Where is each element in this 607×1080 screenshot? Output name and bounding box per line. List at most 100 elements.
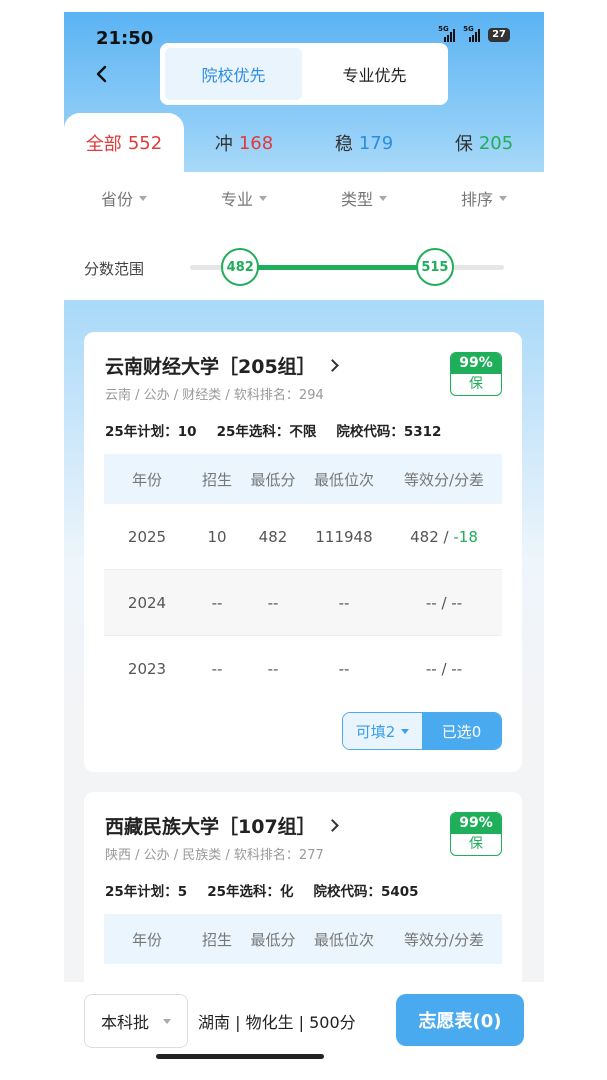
status-time: 21:50 <box>96 28 154 49</box>
filter-label: 类型 <box>340 190 373 209</box>
priority-segmented-control: 院校优先 专业优先 <box>160 43 448 105</box>
school-name-text: 西藏民族大学［107组］ <box>105 816 316 838</box>
score-max-handle[interactable]: 515 <box>415 248 454 286</box>
school-list: 云南财经大学［205组］ 云南 / 公办 / 财经类 / 软科排名：294 99… <box>64 300 544 1052</box>
probability-percent: 99% <box>451 813 501 834</box>
table-row: 2025 10 482 111948 482 / -18 <box>104 504 502 570</box>
selected-majors-button[interactable]: 已选0 <box>422 713 501 749</box>
category-tabs: 全部 552 冲 168 稳 179 保 205 <box>64 113 544 173</box>
probability-badge: 99% 保 <box>450 812 502 856</box>
header-equivalent: 等效分/分差 <box>403 470 485 489</box>
filter-label: 排序 <box>460 190 493 209</box>
school-name[interactable]: 云南财经大学［205组］ <box>105 352 339 379</box>
cell-equivalent: -- / -- <box>425 593 463 612</box>
signal-icon: 5G <box>438 25 458 42</box>
tab-label: 全部 <box>85 134 122 155</box>
filter-major[interactable]: 专业 <box>184 186 304 210</box>
probability-label: 保 <box>469 836 483 852</box>
cell-plan: 10 <box>207 527 227 546</box>
cell-min-score: -- <box>267 660 279 678</box>
table-header: 年份 招生 最低分 最低位次 等效分/分差 <box>104 454 502 504</box>
bottom-bar: 本科批 湖南 | 物化生 | 500分 志愿表(0) <box>64 982 544 1080</box>
fillable-label: 可填2 <box>355 722 396 741</box>
fillable-majors-dropdown[interactable]: 可填2 <box>343 713 422 749</box>
segment-school-priority[interactable]: 院校优先 <box>165 48 302 100</box>
signal-icon-2: 5G <box>463 25 483 42</box>
back-button[interactable] <box>90 62 114 86</box>
cell-min-score: -- <box>267 593 279 612</box>
probability-badge: 99% 保 <box>450 352 502 396</box>
caret-down-icon <box>499 195 507 201</box>
tab-count: 168 <box>238 132 274 154</box>
tab-reach[interactable]: 冲 168 <box>184 113 304 173</box>
batch-label: 本科批 <box>100 1013 149 1032</box>
filter-type[interactable]: 类型 <box>304 186 424 210</box>
tab-all[interactable]: 全部 552 <box>64 113 184 173</box>
header-equivalent: 等效分/分差 <box>403 930 485 949</box>
header-year: 年份 <box>131 470 162 489</box>
school-plan-info: 25年计划：5 25年选科：化 院校代码：5405 <box>105 880 419 900</box>
probability-label: 保 <box>469 376 483 392</box>
app-screen: 21:50 5G 5G 27 院校优先 专业优先 全部 552 冲 168 稳 … <box>64 12 544 1080</box>
filter-province[interactable]: 省份 <box>64 186 184 210</box>
candidate-info: 湖南 | 物化生 | 500分 <box>198 1013 356 1032</box>
home-indicator[interactable] <box>156 1054 324 1059</box>
school-name[interactable]: 西藏民族大学［107组］ <box>105 812 339 839</box>
caret-down-icon <box>379 195 387 201</box>
school-code: 院校代码：5312 <box>336 424 442 440</box>
score-range-fill <box>240 265 435 270</box>
filter-sort[interactable]: 排序 <box>424 186 544 210</box>
cell-year: 2025 <box>127 527 167 546</box>
filter-panel: 省份 专业 类型 排序 分数范围 482 515 <box>64 172 544 300</box>
tab-count: 179 <box>358 132 394 154</box>
cell-year: 2023 <box>127 660 167 678</box>
status-icons: 5G 5G 27 <box>438 25 510 42</box>
caret-down-icon <box>259 195 267 201</box>
header-year: 年份 <box>131 930 162 949</box>
subject-requirement: 25年选科：化 <box>207 884 294 900</box>
cell-min-rank: -- <box>338 593 350 612</box>
application-form-button[interactable]: 志愿表(0) <box>396 994 524 1046</box>
filter-label: 省份 <box>100 190 133 209</box>
score-range-label: 分数范围 <box>84 260 145 278</box>
chevron-left-icon <box>96 65 107 83</box>
cell-plan: -- <box>211 593 223 612</box>
tab-label: 冲 <box>214 134 233 155</box>
header-min-score: 最低分 <box>250 930 296 949</box>
tab-match[interactable]: 稳 179 <box>304 113 424 173</box>
table-header: 年份 招生 最低分 最低位次 等效分/分差 <box>104 914 502 964</box>
cell-min-rank: -- <box>338 660 350 678</box>
score-min-handle[interactable]: 482 <box>221 248 260 286</box>
chevron-right-icon <box>325 819 339 832</box>
batch-selector[interactable]: 本科批 <box>84 994 188 1048</box>
cell-equivalent: -- / -- <box>425 660 463 678</box>
tab-safe[interactable]: 保 205 <box>424 113 544 173</box>
cell-plan: -- <box>211 660 223 678</box>
header-plan: 招生 <box>201 930 232 949</box>
plan-count: 25年计划：5 <box>105 884 188 900</box>
battery-icon: 27 <box>488 28 510 42</box>
school-plan-info: 25年计划：10 25年选科：不限 院校代码：5312 <box>105 420 441 440</box>
school-code: 院校代码：5405 <box>313 884 419 900</box>
caret-down-icon <box>163 1018 171 1024</box>
table-row: 2024 -- -- -- -- / -- <box>104 570 502 636</box>
school-meta: 陕西 / 公办 / 民族类 / 软科排名：277 <box>105 848 324 863</box>
cell-min-rank: 111948 <box>315 527 373 546</box>
school-card[interactable]: 云南财经大学［205组］ 云南 / 公办 / 财经类 / 软科排名：294 99… <box>84 332 522 772</box>
caret-down-icon <box>401 728 410 734</box>
tab-label: 保 <box>454 134 473 155</box>
filter-row: 省份 专业 类型 排序 <box>64 186 544 210</box>
tab-count: 552 <box>127 132 163 154</box>
plan-count: 25年计划：10 <box>105 424 197 440</box>
header-min-rank: 最低位次 <box>313 470 374 489</box>
table-row: 2023 -- -- -- -- / -- <box>104 636 502 702</box>
probability-percent: 99% <box>451 353 501 374</box>
segment-major-priority[interactable]: 专业优先 <box>306 48 443 100</box>
admission-table: 年份 招生 最低分 最低位次 等效分/分差 <box>104 914 502 964</box>
tab-label: 稳 <box>334 134 353 155</box>
caret-down-icon <box>139 195 147 201</box>
header-plan: 招生 <box>201 470 232 489</box>
cell-min-score: 482 <box>258 527 288 546</box>
school-meta: 云南 / 公办 / 财经类 / 软科排名：294 <box>105 388 324 403</box>
cell-equivalent: 482 / -18 <box>410 527 478 546</box>
